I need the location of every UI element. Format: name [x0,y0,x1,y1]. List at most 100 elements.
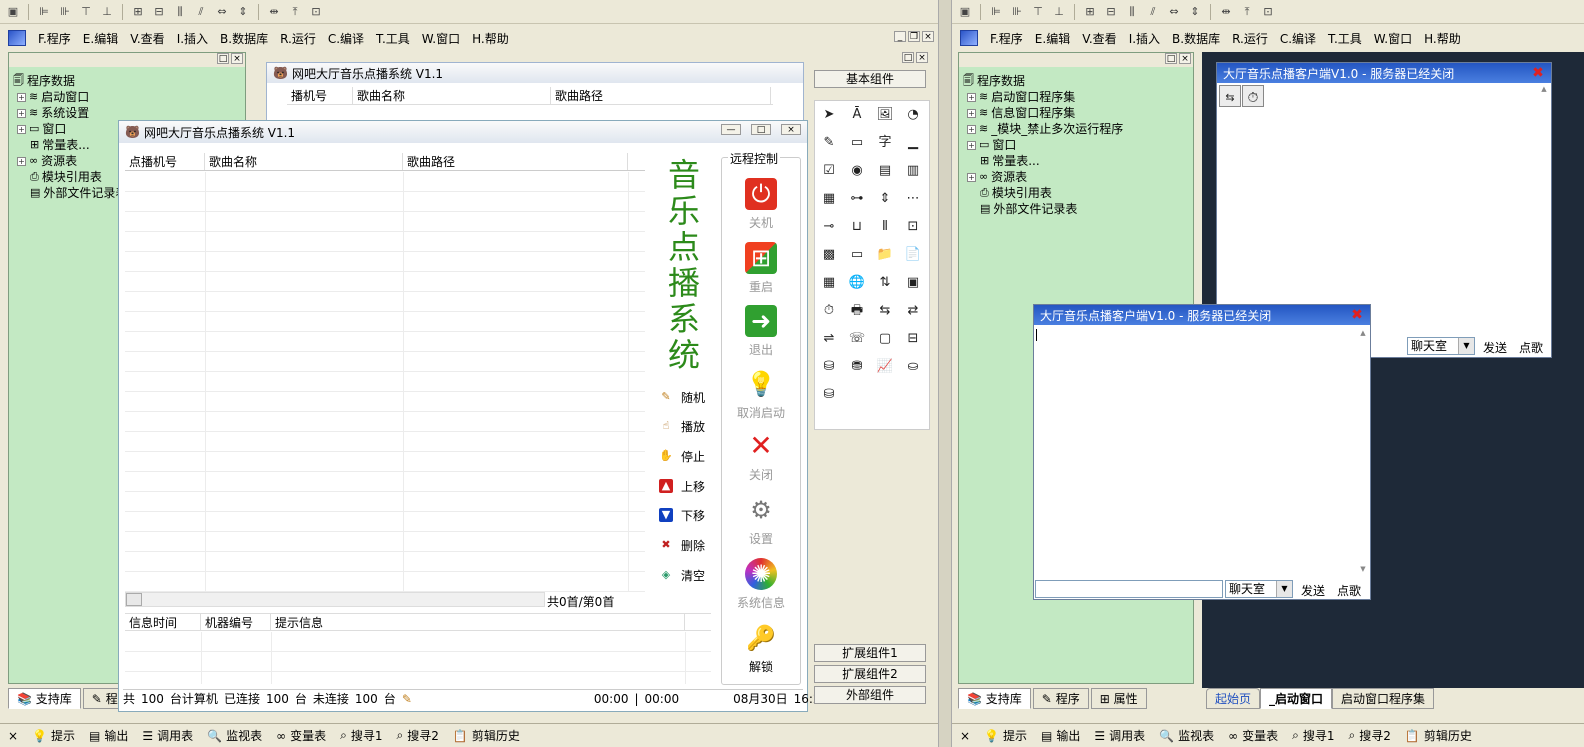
tab-start-page[interactable]: 起始页 [1206,687,1261,709]
close-remote-button[interactable]: ✕ 关闭 [723,428,799,488]
image-box-icon[interactable]: ⊡ [901,215,925,239]
menu-compile[interactable]: C.编译 [328,30,364,47]
size-height-icon[interactable]: ⤒ [1238,4,1256,20]
basic-components-button[interactable]: 基本组件 [814,70,926,88]
menu-compile[interactable]: C.编译 [1280,30,1316,47]
menu-help[interactable]: H.帮助 [1424,30,1461,47]
db-provider-icon[interactable]: ⛁ [817,355,841,379]
out-tab-clipboard[interactable]: 📋 剪辑历史 [1405,727,1472,744]
panel-pin-button[interactable]: □ [217,53,229,64]
out-tab-search1[interactable]: ⌕ 搜寻1 [340,727,382,744]
grid-icon[interactable]: ▦ [817,187,841,211]
log-grid[interactable] [125,632,711,684]
menu-view[interactable]: V.查看 [1082,30,1116,47]
ruler-icon[interactable]: ⊶ [845,187,869,211]
server-icon[interactable]: ⇄ [901,299,925,323]
tab-support-lib[interactable]: 📚 支持库 [8,687,81,709]
tab-program[interactable]: ✎ 程序 [1032,687,1089,709]
tree-root[interactable]: 🗐 程序数据 [963,73,1123,89]
out-tab-output[interactable]: ▤ 输出 [1041,727,1080,744]
tab-startup-window-program[interactable]: 启动窗口程序集 [1332,687,1435,709]
printer-icon[interactable]: 🖶 [845,299,869,323]
cancel-startup-button[interactable]: 💡 取消启动 [723,366,799,426]
panel-close-button[interactable]: × [1179,53,1191,64]
menu-window[interactable]: W.窗口 [1374,30,1412,47]
menu-tools[interactable]: T.工具 [1328,30,1362,47]
out-tab-hint[interactable]: 💡 提示 [984,727,1027,744]
client1-send-button[interactable]: 发送 [1483,339,1507,356]
expand-icon[interactable]: + [967,172,976,182]
form-minimize-button[interactable]: — [721,124,741,135]
expand-icon[interactable]: + [967,140,976,150]
out-tab-callstack[interactable]: ☰ 调用表 [142,727,193,744]
align-bottom-icon[interactable]: ⊥ [98,4,116,20]
label-icon[interactable]: Ā [845,103,869,127]
close-output-icon[interactable]: × [960,729,970,743]
picture-icon[interactable]: 🖼 [873,103,897,127]
calendar-icon[interactable]: ▩ [817,243,841,267]
outer-components-button[interactable]: 外部组件 [814,686,926,704]
menu-run[interactable]: R.运行 [1232,30,1268,47]
tab-control-icon[interactable]: ⊔ [845,215,869,239]
size-width-icon[interactable]: ⇹ [1217,4,1235,20]
out-tab-search1[interactable]: ⌕ 搜寻1 [1292,727,1334,744]
size-width-icon[interactable]: ⇹ [265,4,283,20]
tree-item[interactable]: + ≋ 系统设置 [13,105,127,121]
client2-vscroll[interactable]: ▲ ▼ [1358,329,1368,573]
center-h-icon[interactable]: ⊞ [129,4,147,20]
client2-chat-combo[interactable]: 聊天室 ▼ [1225,580,1293,598]
align-top-icon[interactable]: ⊤ [77,4,95,20]
tree-item[interactable]: + ≋ _模块_禁止多次运行程序 [963,121,1123,137]
tree-item[interactable]: + ▭ 窗口 [963,137,1123,153]
client1-vscroll[interactable]: ▲ [1539,85,1549,333]
space-h-icon[interactable]: ⫼ [171,4,189,20]
tree-item[interactable]: ⎙ 模块引用表 [963,185,1123,201]
shutdown-button[interactable]: ⏻ 关机 [723,176,799,236]
size-height-icon[interactable]: ⤒ [286,4,304,20]
panel-close-button[interactable]: × [231,53,243,64]
document-icon[interactable]: 📄 [901,243,925,267]
line-icon[interactable]: ▁ [901,131,925,155]
chart-icon[interactable]: 📈 [873,355,897,379]
client1-chat-combo[interactable]: 聊天室 ▼ [1407,337,1475,355]
expand-icon[interactable]: + [967,92,976,102]
close-output-icon[interactable]: × [8,729,18,743]
size-both-icon[interactable]: ⊡ [1259,4,1277,20]
menu-view[interactable]: V.查看 [130,30,164,47]
equal-height-icon[interactable]: ⇕ [234,4,252,20]
vscroll-icon[interactable]: ⇕ [873,187,897,211]
out-tab-watch[interactable]: 🔍 监视表 [1159,727,1214,744]
center-v-icon[interactable]: ⊟ [1102,4,1120,20]
listbox-icon[interactable]: ▤ [873,159,897,183]
client2-send-button[interactable]: 发送 [1301,582,1325,599]
menu-insert[interactable]: I.插入 [177,30,208,47]
mdi-minimize-button[interactable]: _ [894,31,906,42]
client1-close-icon[interactable]: ✖ [1531,66,1545,80]
out-tab-search2[interactable]: ⌕ 搜寻2 [397,727,439,744]
system-info-button[interactable]: ✺ 系统信息 [723,556,799,616]
tree-item[interactable]: + ∞ 资源表 [963,169,1123,185]
align-left-icon[interactable]: ⊫ [987,4,1005,20]
menu-database[interactable]: B.数据库 [1172,30,1220,47]
space-v-icon[interactable]: ⫽ [192,4,210,20]
random-button[interactable]: ✎ 随机 [659,386,705,408]
menu-help[interactable]: H.帮助 [472,30,509,47]
out-tab-output[interactable]: ▤ 输出 [89,727,128,744]
tree-item[interactable]: ⊞ 常量表... [963,153,1123,169]
pointer-icon[interactable]: ➤ [817,103,841,127]
menu-insert[interactable]: I.插入 [1129,30,1160,47]
delete-button[interactable]: ✖ 删除 [659,534,705,556]
split-icon[interactable]: ⇅ [873,271,897,295]
tree-item[interactable]: ⊞ 常量表... [13,137,127,153]
menu-edit[interactable]: E.编辑 [83,30,118,47]
color-picker-icon[interactable]: ▦ [817,271,841,295]
tab-startup-window[interactable]: _启动窗口 [1260,687,1333,709]
out-tab-search2[interactable]: ⌕ 搜寻2 [1349,727,1391,744]
space-h-icon[interactable]: ⫼ [1123,4,1141,20]
settings-button[interactable]: ⚙ 设置 [723,492,799,552]
menu-window[interactable]: W.窗口 [422,30,460,47]
text-icon[interactable]: 字 [873,131,897,155]
hscroll-icon[interactable]: ⋯ [901,187,925,211]
folder-icon[interactable]: 📁 [873,243,897,267]
ext-components-2-button[interactable]: 扩展组件2 [814,665,926,683]
